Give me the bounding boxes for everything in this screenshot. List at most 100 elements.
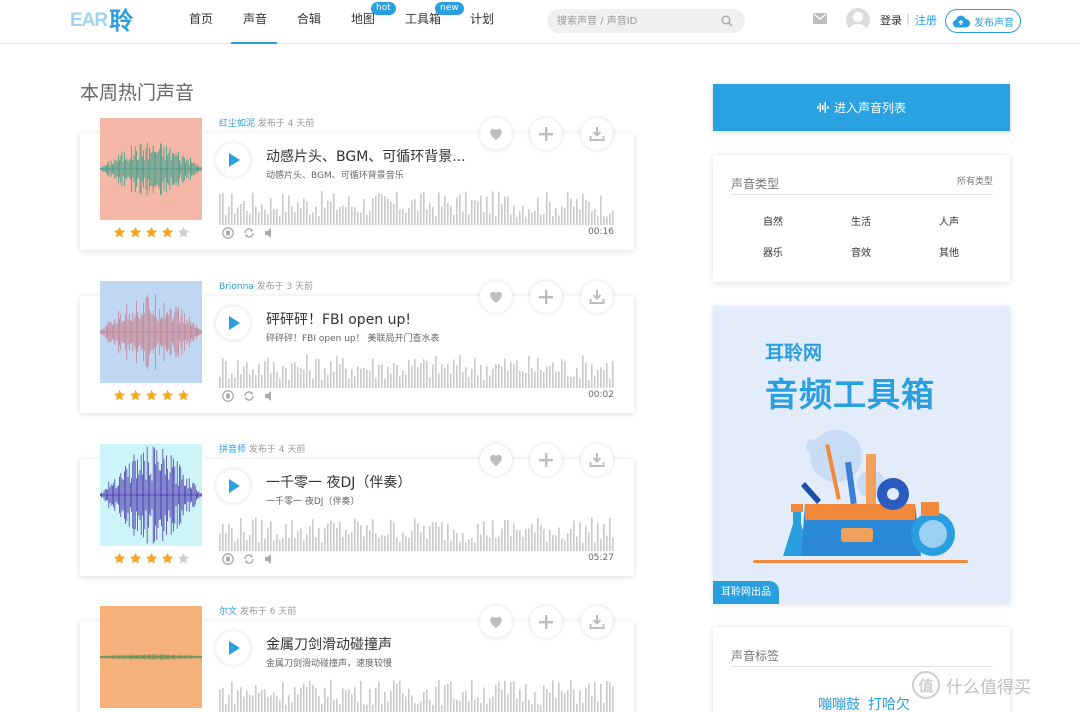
like-button[interactable] (480, 606, 512, 638)
author-line: 拼音师 发布于 4 天前 (219, 442, 305, 455)
sound-description: 砰砰砰！FBI open up！ 美联局开门查水表 (266, 334, 440, 344)
play-icon (229, 641, 240, 655)
like-button[interactable] (480, 281, 512, 313)
sound-title[interactable]: 砰砰砰！FBI open up! (266, 309, 411, 329)
download-icon (589, 290, 605, 304)
star-icon (113, 226, 126, 238)
add-to-collection-button[interactable] (530, 606, 562, 638)
add-to-collection-button[interactable] (530, 444, 562, 476)
waveform[interactable] (219, 677, 615, 712)
heart-icon (490, 454, 502, 466)
star-icon (161, 226, 174, 238)
avatar[interactable] (846, 8, 870, 32)
download-button[interactable] (581, 606, 613, 638)
type-life[interactable]: 生活 (851, 213, 871, 228)
plus-icon (539, 615, 553, 629)
nav-plan[interactable]: 计划 (470, 0, 494, 44)
posted-time: 发布于 4 天前 (257, 119, 315, 129)
new-badge: new (435, 2, 464, 15)
sound-title[interactable]: 动感片头、BGM、可循环背景... (266, 146, 466, 166)
login-link[interactable]: 登录 (880, 12, 902, 28)
toolbox-illustration (753, 430, 968, 563)
download-icon (589, 615, 605, 629)
waveform[interactable] (219, 189, 615, 225)
cover-image[interactable] (100, 281, 202, 383)
nav-home[interactable]: 首页 (189, 0, 213, 44)
star-icon (145, 389, 158, 401)
download-button[interactable] (581, 444, 613, 476)
plus-icon (539, 290, 553, 304)
stop-icon[interactable] (222, 227, 234, 239)
star-icon (145, 226, 158, 238)
type-sfx[interactable]: 音效 (851, 244, 871, 259)
volume-icon[interactable] (264, 553, 276, 565)
top-nav: EAR 聆 首页 声音 合辑 地图 hot 工具箱 new 计划 登录 | 注册… (0, 0, 1080, 44)
sound-title[interactable]: 金属刀剑滑动碰撞声 (266, 634, 392, 654)
sound-title[interactable]: 一千零一 夜DJ（伴奏） (266, 472, 411, 492)
waveform[interactable] (219, 352, 615, 388)
cover-image[interactable] (100, 444, 202, 546)
author-line: 尔文 发布于 6 天前 (219, 604, 296, 617)
cover-image[interactable] (100, 606, 202, 708)
type-nature[interactable]: 自然 (763, 213, 783, 228)
player-controls (222, 227, 276, 239)
like-button[interactable] (480, 444, 512, 476)
logo-char: 聆 (109, 7, 134, 35)
play-button[interactable] (216, 469, 250, 503)
type-instrument[interactable]: 器乐 (763, 244, 783, 259)
like-button[interactable] (480, 118, 512, 150)
sound-description: 一千零一 夜DJ（伴奏） (266, 497, 360, 507)
download-button[interactable] (581, 281, 613, 313)
all-types-link[interactable]: 所有类型 (957, 174, 993, 187)
loop-icon[interactable] (243, 553, 255, 565)
author-link[interactable]: 红尘如泥 (219, 119, 255, 129)
waveform[interactable] (219, 515, 615, 551)
posted-time: 发布于 6 天前 (239, 607, 297, 617)
posted-time: 发布于 4 天前 (248, 445, 306, 455)
nav-sounds[interactable]: 声音 (243, 0, 267, 44)
stop-icon[interactable] (222, 390, 234, 402)
play-icon (229, 316, 240, 330)
download-icon (589, 127, 605, 141)
play-button[interactable] (216, 631, 250, 665)
enter-sound-list-button[interactable]: 进入声音列表 (713, 84, 1010, 131)
stop-icon[interactable] (222, 553, 234, 565)
tag-item[interactable]: 嘣嘣鼓 (818, 694, 860, 712)
publish-sound-button[interactable]: 发布声音 (945, 9, 1021, 33)
search-icon[interactable] (721, 15, 733, 27)
register-link[interactable]: 注册 (915, 12, 937, 28)
cover-image[interactable] (100, 118, 202, 220)
mail-icon[interactable] (813, 13, 827, 24)
add-to-collection-button[interactable] (530, 281, 562, 313)
heart-icon (490, 291, 502, 303)
download-button[interactable] (581, 118, 613, 150)
rating-stars (113, 226, 190, 239)
volume-icon[interactable] (264, 227, 276, 239)
author-link[interactable]: Brionna (219, 282, 254, 292)
loop-icon[interactable] (243, 390, 255, 402)
author-line: 红尘如泥 发布于 4 天前 (219, 116, 314, 129)
add-to-collection-button[interactable] (530, 118, 562, 150)
tag-item[interactable]: 打哈欠 (868, 694, 910, 712)
play-button[interactable] (216, 306, 250, 340)
play-button[interactable] (216, 143, 250, 177)
type-voice[interactable]: 人声 (939, 213, 959, 228)
sound-card[interactable]: 拼音师 发布于 4 天前 一千零一 夜DJ（伴奏） 一千零一 夜DJ（伴奏） 05:2… (80, 444, 634, 576)
sound-card[interactable]: 尔文 发布于 6 天前 金属刀剑滑动碰撞声 金属刀剑滑动碰撞声，速度较慢 (80, 606, 634, 712)
sound-card[interactable]: Brionna 发布于 3 天前砰砰砰！FBI open up! 砰砰砰！FBI … (80, 281, 634, 413)
site-logo[interactable]: EAR 聆 (70, 6, 154, 36)
heart-icon (490, 616, 502, 628)
nav-collections[interactable]: 合辑 (297, 0, 321, 44)
loop-icon[interactable] (243, 227, 255, 239)
download-icon (589, 453, 605, 467)
toolbox-promo-banner[interactable]: 耳聆网 音频工具箱 耳聆网出品 (713, 306, 1010, 604)
nav-separator: | (906, 12, 910, 25)
search-input[interactable] (557, 9, 717, 33)
type-other[interactable]: 其他 (939, 244, 959, 259)
author-link[interactable]: 拼音师 (219, 445, 246, 455)
author-link[interactable]: 尔文 (219, 607, 237, 617)
sound-card[interactable]: 红尘如泥 发布于 4 天前 动感片头、BGM、可循环背景... 动感片头、BGM、可… (80, 118, 634, 250)
play-icon (229, 479, 240, 493)
volume-icon[interactable] (264, 390, 276, 402)
author-line: Brionna 发布于 3 天前 (219, 279, 313, 292)
